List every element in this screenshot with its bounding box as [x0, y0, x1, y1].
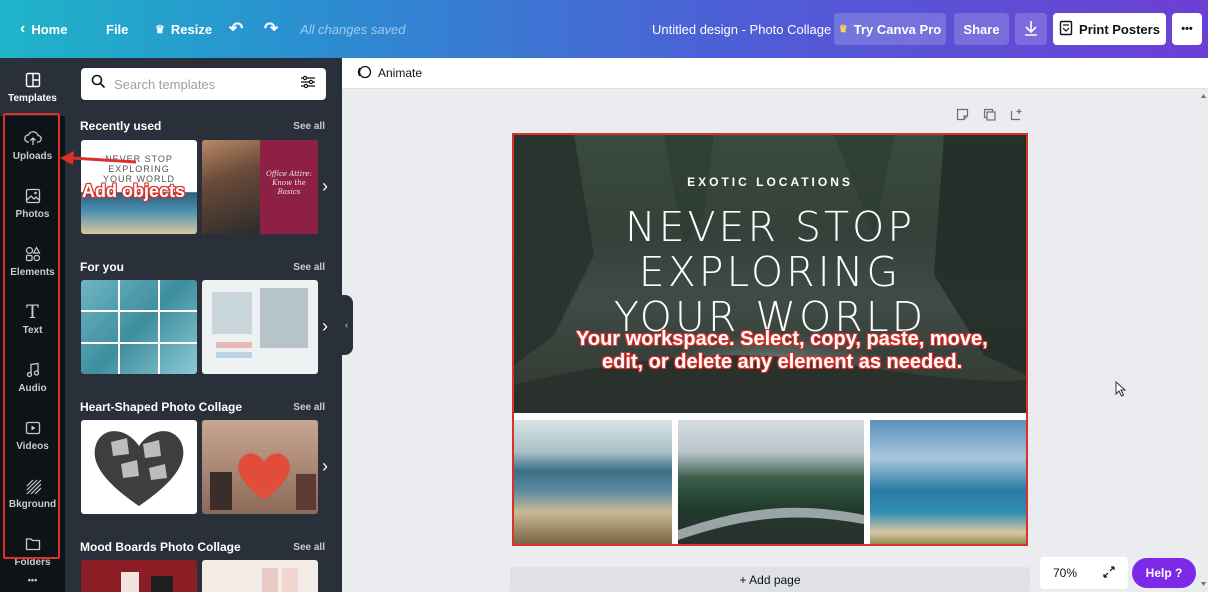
search-icon — [91, 74, 106, 94]
add-page-icon[interactable] — [1010, 108, 1023, 126]
nav-background[interactable]: Bkground — [0, 464, 65, 522]
chevron-right-icon[interactable]: › — [322, 176, 328, 197]
annotation-add-objects: Add objects — [82, 181, 186, 201]
nav-audio[interactable]: Audio — [0, 348, 65, 406]
template-thumbnail[interactable] — [81, 560, 197, 592]
layout-icon — [24, 71, 42, 89]
vertical-scrollbar[interactable] — [1199, 92, 1208, 592]
animate-toolbar: Animate — [342, 58, 1208, 89]
nav-text[interactable]: T Text — [0, 290, 65, 348]
file-menu[interactable]: File — [106, 0, 128, 58]
undo-button[interactable]: ↶ — [229, 0, 243, 58]
collage-photo-beach[interactable] — [514, 420, 672, 544]
text-T-icon: T — [26, 300, 39, 323]
download-button[interactable] — [1015, 13, 1047, 45]
zoom-control: 70% — [1040, 557, 1128, 589]
section-title-mood-boards: Mood Boards Photo Collage — [80, 540, 241, 554]
template-thumbnail[interactable] — [202, 280, 318, 374]
template-thumbnail[interactable] — [81, 420, 197, 514]
nav-more[interactable]: ••• — [0, 568, 65, 592]
animate-button[interactable]: Animate — [378, 66, 422, 80]
shapes-icon — [24, 245, 42, 263]
nav-uploads[interactable]: Uploads — [0, 116, 65, 174]
template-thumbnail[interactable] — [81, 280, 197, 374]
section-title-recently-used: Recently used — [80, 119, 162, 133]
fullscreen-icon[interactable] — [1103, 565, 1115, 581]
collage-photo-coast[interactable] — [870, 420, 1026, 544]
template-thumbnail[interactable]: Office Attire: Know the Basics — [202, 140, 318, 234]
template-thumbnail[interactable] — [202, 560, 318, 592]
page-tools — [956, 108, 1023, 126]
nav-videos[interactable]: Videos — [0, 406, 65, 464]
canvas-subtitle[interactable]: EXOTIC LOCATIONS — [514, 175, 1026, 189]
section-title-heart-collage: Heart-Shaped Photo Collage — [80, 400, 243, 414]
crown-icon: ♛ — [155, 23, 165, 36]
note-icon[interactable] — [956, 108, 969, 126]
duplicate-page-icon[interactable] — [983, 108, 996, 126]
top-toolbar: ‹ Home File ♛ Resize ↶ ↷ All changes sav… — [0, 0, 1208, 58]
filter-sliders-icon[interactable] — [300, 75, 316, 94]
side-navigation: Templates Uploads Photos Elements T Text… — [0, 58, 65, 592]
see-all-recently-used[interactable]: See all — [293, 121, 325, 132]
upload-cloud-icon — [23, 129, 42, 147]
nav-photos[interactable]: Photos — [0, 174, 65, 232]
image-icon — [24, 187, 42, 205]
see-all-heart-collage[interactable]: See all — [293, 402, 325, 413]
search-bar — [81, 68, 326, 100]
try-canva-pro-button[interactable]: ♛ Try Canva Pro — [834, 13, 946, 45]
templates-panel: Recently used See all NEVER STOP EXPLORI… — [65, 58, 342, 592]
annotation-workspace-line-1: Your workspace. Select, copy, paste, mov… — [576, 328, 988, 350]
more-options-button[interactable]: ••• — [1172, 13, 1202, 45]
resize-button[interactable]: ♛ Resize — [155, 0, 212, 58]
add-page-button[interactable]: + Add page — [510, 567, 1030, 592]
music-note-icon — [24, 361, 42, 379]
animate-icon[interactable] — [356, 64, 372, 83]
home-button[interactable]: ‹ Home — [20, 0, 67, 58]
folder-icon — [24, 535, 42, 553]
search-input[interactable] — [114, 76, 292, 92]
undo-icon: ↶ — [229, 19, 244, 38]
nav-elements[interactable]: Elements — [0, 232, 65, 290]
mouse-cursor-icon — [1115, 381, 1127, 397]
crown-icon: ♛ — [838, 23, 848, 35]
annotation-arrow — [60, 151, 137, 165]
pattern-icon — [24, 477, 42, 495]
section-title-for-you: For you — [80, 260, 124, 274]
nav-templates[interactable]: Templates — [0, 58, 65, 116]
chevron-left-icon: ‹ — [344, 319, 349, 331]
print-posters-button[interactable]: Print Posters — [1053, 13, 1166, 45]
annotation-workspace-line-2: edit, or delete any element as needed. — [602, 351, 963, 373]
see-all-for-you[interactable]: See all — [293, 262, 325, 273]
zoom-level[interactable]: 70% — [1053, 566, 1077, 580]
chevron-right-icon[interactable]: › — [322, 456, 328, 477]
document-title[interactable]: Untitled design - Photo Collage — [652, 0, 831, 58]
download-icon — [1024, 20, 1038, 39]
chevron-left-icon: ‹ — [20, 20, 26, 37]
redo-button[interactable]: ↷ — [264, 0, 278, 58]
share-button[interactable]: Share — [954, 13, 1009, 45]
template-thumbnail[interactable] — [202, 420, 318, 514]
redo-icon: ↷ — [264, 19, 279, 38]
collage-photo-bridge[interactable] — [678, 420, 864, 544]
help-button[interactable]: Help ? — [1132, 558, 1196, 588]
collapse-panel-handle[interactable]: ‹ — [340, 295, 353, 355]
video-icon — [24, 419, 42, 437]
poster-icon — [1059, 20, 1073, 39]
canvas-title[interactable]: NEVER STOP EXPLORING YOUR WORLD — [514, 205, 1026, 340]
save-status: All changes saved — [300, 21, 406, 37]
chevron-right-icon[interactable]: › — [322, 316, 328, 337]
see-all-mood-boards[interactable]: See all — [293, 542, 325, 553]
